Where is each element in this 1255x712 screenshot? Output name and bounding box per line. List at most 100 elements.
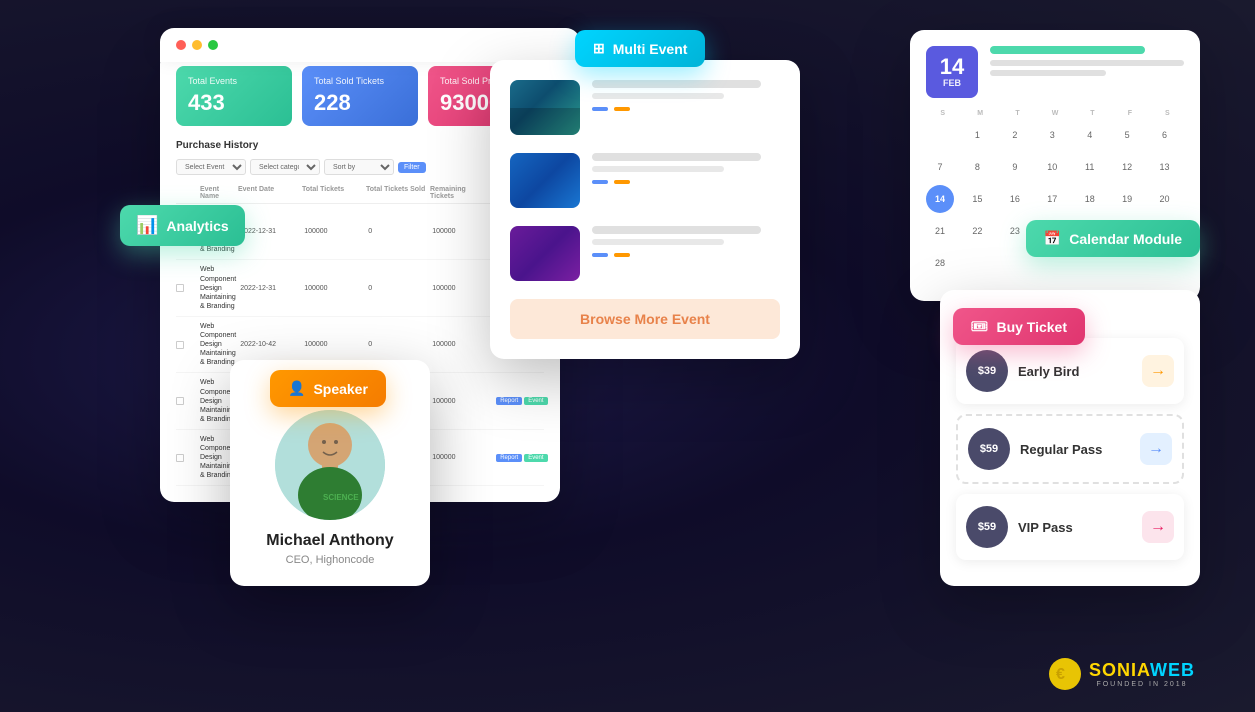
event-button[interactable]: Event <box>524 454 547 462</box>
event-sub-bar <box>592 93 724 99</box>
cal-cell[interactable]: 19 <box>1113 185 1141 213</box>
cal-cell[interactable]: 14 <box>926 185 954 213</box>
ticket-vip-pass[interactable]: $59 VIP Pass → <box>956 494 1184 560</box>
mac-chrome <box>160 28 580 62</box>
speaker-name: Michael Anthony <box>250 532 410 550</box>
ticket-regular-pass[interactable]: $59 Regular Pass → <box>956 414 1184 484</box>
cal-cell[interactable]: 13 <box>1151 153 1179 181</box>
ticket-price-regular: $59 <box>968 428 1010 470</box>
cal-cell[interactable]: 18 <box>1076 185 1104 213</box>
speaker-badge[interactable]: 👤 Speaker <box>270 370 386 407</box>
col-total-tickets: Total Tickets <box>302 186 362 200</box>
stat-total-events-label: Total Events <box>188 76 280 86</box>
event-title-bar-3 <box>592 226 761 234</box>
tag-blue-3 <box>592 253 608 257</box>
speaker-title: CEO, Highoncode <box>250 554 410 566</box>
analytics-icon: 📊 <box>136 215 158 236</box>
watermark: € SONIAWEB FOUNDED IN 2018 <box>1047 656 1195 692</box>
row-date: 2022-12-31 <box>240 285 300 292</box>
select-category[interactable]: Select category <box>250 159 320 175</box>
multi-event-badge-label: Multi Event <box>613 41 688 57</box>
row-remaining: 100000 <box>432 285 492 292</box>
cal-cell[interactable]: 4 <box>1076 121 1104 149</box>
multi-event-badge[interactable]: ⊞ Multi Event <box>575 30 705 67</box>
cal-cell[interactable]: 3 <box>1038 121 1066 149</box>
row-event-name: Web Component Design Maintaining & Brand… <box>200 265 236 310</box>
row-actions: Report Event <box>496 397 546 405</box>
cal-cell[interactable]: 12 <box>1113 153 1141 181</box>
analytics-badge[interactable]: 📊 Analytics <box>120 205 245 246</box>
cal-day-label: T <box>1076 110 1109 117</box>
watermark-web: WEB <box>1150 660 1195 680</box>
buy-ticket-badge-label: Buy Ticket <box>996 319 1067 335</box>
buy-ticket-badge[interactable]: 🎟 Buy Ticket <box>953 308 1085 345</box>
cal-cell[interactable]: 5 <box>1113 121 1141 149</box>
event-thumb-3 <box>510 226 580 281</box>
ticket-early-bird[interactable]: $39 Early Bird → <box>956 338 1184 404</box>
row-checkbox[interactable] <box>176 454 184 462</box>
cal-cell[interactable]: 17 <box>1038 185 1066 213</box>
cal-cell <box>926 121 954 149</box>
ticket-arrow-regular[interactable]: → <box>1140 433 1172 465</box>
multi-event-card: Browse More Event <box>490 60 800 359</box>
row-checkbox[interactable] <box>176 284 184 292</box>
filter-button[interactable]: Filter <box>398 162 426 173</box>
buy-ticket-badge-icon: 🎟 <box>971 318 989 335</box>
event-item-2 <box>510 153 780 208</box>
cal-day-label: T <box>1001 110 1034 117</box>
select-event[interactable]: Select Event <box>176 159 246 175</box>
select-sort[interactable]: Sort by <box>324 159 394 175</box>
event-title-bar-2 <box>592 153 761 161</box>
cal-day-label: W <box>1038 110 1071 117</box>
report-button[interactable]: Report <box>496 454 522 462</box>
event-tags-2 <box>592 180 780 184</box>
stat-total-events: Total Events 433 <box>176 66 292 126</box>
cal-cell[interactable]: 28 <box>926 249 954 277</box>
row-sold: 0 <box>368 285 428 292</box>
window-maximize-dot[interactable] <box>208 40 218 50</box>
cal-cell[interactable]: 15 <box>963 185 991 213</box>
ticket-arrow-early-bird[interactable]: → <box>1142 355 1174 387</box>
cal-cell[interactable]: 7 <box>926 153 954 181</box>
browse-more-button[interactable]: Browse More Event <box>510 299 780 339</box>
cal-day-label: S <box>1151 110 1184 117</box>
row-checkbox[interactable] <box>176 341 184 349</box>
ticket-arrow-vip[interactable]: → <box>1142 511 1174 543</box>
window-minimize-dot[interactable] <box>192 40 202 50</box>
calendar-right-side <box>990 46 1184 80</box>
col-remaining: Remaining Tickets <box>430 186 490 200</box>
row-date: 2022-12-31 <box>240 228 300 235</box>
stats-row: Total Events 433 Total Sold Tickets 228 … <box>176 66 544 126</box>
filter-row: Select Event Select category Sort by Fil… <box>176 159 544 175</box>
window-close-dot[interactable] <box>176 40 186 50</box>
cal-cell[interactable]: 6 <box>1151 121 1179 149</box>
cal-cell[interactable]: 8 <box>963 153 991 181</box>
report-button[interactable]: Report <box>496 397 522 405</box>
cal-cell[interactable]: 1 <box>963 121 991 149</box>
event-info-2 <box>592 153 780 184</box>
tag-orange-2 <box>614 180 630 184</box>
cal-cell[interactable]: 21 <box>926 217 954 245</box>
tag-blue-2 <box>592 180 608 184</box>
stat-sold-tickets-label: Total Sold Tickets <box>314 76 406 86</box>
row-date: 2022-10-42 <box>240 341 300 348</box>
cal-cell[interactable]: 22 <box>963 217 991 245</box>
col-event-name: Event Name <box>200 186 234 200</box>
calendar-date-box: 14 FEB <box>926 46 978 98</box>
event-item-1 <box>510 80 780 135</box>
row-total: 100000 <box>304 285 364 292</box>
cal-cell[interactable]: 10 <box>1038 153 1066 181</box>
event-button[interactable]: Event <box>524 397 547 405</box>
ticket-price-vip: $59 <box>966 506 1008 548</box>
calendar-badge[interactable]: 📅 Calendar Module <box>1026 220 1200 257</box>
cal-cell[interactable]: 16 <box>1001 185 1029 213</box>
cal-cell[interactable]: 20 <box>1151 185 1179 213</box>
row-remaining: 100000 <box>432 454 492 461</box>
cal-cell[interactable]: 11 <box>1076 153 1104 181</box>
cal-cell[interactable]: 9 <box>1001 153 1029 181</box>
cal-cell[interactable]: 23 <box>1001 217 1029 245</box>
speaker-badge-label: Speaker <box>313 381 367 397</box>
row-checkbox[interactable] <box>176 397 184 405</box>
cal-cell[interactable]: 2 <box>1001 121 1029 149</box>
row-sold: 0 <box>368 228 428 235</box>
